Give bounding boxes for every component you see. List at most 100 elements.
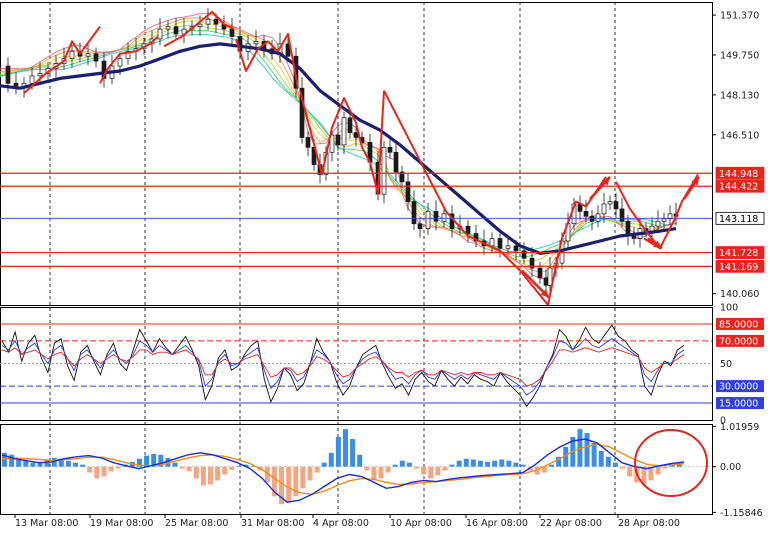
macd-histogram-bar	[30, 462, 36, 467]
macd-histogram-bar	[108, 466, 114, 472]
macd-histogram-bar	[378, 466, 384, 479]
candle-body	[631, 235, 637, 239]
candle-body	[93, 53, 99, 62]
macd-histogram-bar	[314, 466, 320, 473]
candle-body	[387, 146, 393, 153]
oscillator-level-tag-label: 85.0000	[719, 319, 758, 330]
candle-body	[69, 50, 75, 60]
candle-body	[173, 26, 179, 35]
macd-histogram-bar	[73, 462, 79, 467]
macd-histogram-bar	[442, 466, 448, 471]
candle-body	[205, 18, 211, 25]
macd-histogram-bar	[513, 462, 519, 467]
macd-histogram-bar	[371, 466, 377, 481]
macd-histogram-bar	[591, 442, 597, 467]
macd-histogram-bar	[385, 466, 391, 473]
macd-histogram-bar	[598, 450, 604, 467]
macd-histogram-bar	[627, 466, 633, 477]
time-axis-label: 10 Apr 08:00	[390, 518, 452, 529]
candle-body	[433, 211, 439, 222]
macd-histogram-bar	[364, 466, 370, 471]
macd-histogram-bar	[463, 458, 469, 467]
chart-background	[0, 0, 770, 535]
candle-body	[417, 223, 423, 229]
candle-body	[341, 117, 347, 146]
macd-histogram-bar	[328, 452, 334, 467]
macd-histogram-bar	[499, 459, 505, 467]
time-axis-label: 31 Mar 08:00	[241, 518, 304, 529]
macd-axis-label: -1.15846	[720, 508, 763, 519]
candle-body	[157, 28, 163, 40]
macd-histogram-bar	[307, 466, 313, 481]
macd-histogram-bar	[350, 439, 356, 467]
macd-histogram-bar	[200, 466, 206, 486]
macd-histogram-bar	[236, 465, 242, 467]
candle-body	[613, 201, 619, 210]
macd-histogram-bar	[620, 466, 626, 469]
time-axis-label: 4 Apr 08:00	[313, 518, 369, 529]
candle-body	[589, 215, 595, 222]
candle-body	[29, 75, 35, 84]
macd-histogram-bar	[477, 460, 483, 467]
macd-histogram-bar	[506, 460, 512, 467]
price-level-tag-label: 144.422	[719, 182, 758, 193]
oscillator-axis-label: 100	[720, 303, 738, 314]
macd-histogram-bar	[435, 466, 441, 476]
oscillator-level-tag-label: 70.0000	[719, 336, 758, 347]
macd-histogram-bar	[357, 454, 363, 467]
candle-body	[405, 181, 411, 202]
candle-body	[441, 213, 447, 222]
price-axis-label: 149.750	[720, 50, 759, 61]
macd-histogram-bar	[406, 462, 412, 467]
oscillator-level-tag-label: 30.0000	[719, 382, 758, 393]
candle-body	[425, 211, 431, 229]
macd-histogram-bar	[179, 466, 185, 469]
candle-body	[197, 23, 203, 27]
candle-body	[513, 245, 519, 252]
macd-histogram-bar	[300, 466, 306, 489]
macd-histogram-bar	[229, 466, 235, 470]
price-axis-label: 146.510	[720, 130, 759, 141]
candle-body	[213, 18, 219, 25]
time-axis-label: 28 Apr 08:00	[618, 518, 680, 529]
candle-body	[253, 41, 259, 45]
macd-histogram-bar	[449, 464, 455, 467]
candle-body	[543, 277, 549, 286]
macd-histogram-bar	[399, 460, 405, 467]
macd-histogram-bar	[23, 460, 29, 467]
candle-body	[601, 203, 607, 215]
candle-body	[353, 132, 359, 138]
macd-histogram-bar	[222, 466, 228, 475]
macd-histogram-bar	[343, 429, 348, 467]
time-axis-label: 25 Mar 08:00	[165, 518, 228, 529]
candle-body	[37, 73, 43, 77]
macd-histogram-bar	[80, 464, 86, 467]
candle-body	[229, 28, 235, 37]
oscillator-level-tag-label: 15.0000	[719, 399, 758, 410]
candle-body	[595, 213, 601, 222]
macd-histogram-bar	[549, 464, 554, 467]
macd-histogram-bar	[421, 466, 427, 475]
time-axis-label: 22 Apr 08:00	[540, 518, 602, 529]
macd-histogram-bar	[492, 460, 498, 467]
candle-body	[117, 58, 123, 67]
macd-histogram-bar	[655, 466, 661, 475]
price-axis-label: 151.370	[720, 11, 759, 22]
price-level-tag-label: 141.169	[719, 262, 758, 273]
candle-body	[583, 211, 589, 217]
macd-histogram-bar	[286, 466, 292, 503]
candle-body	[655, 220, 661, 227]
macd-histogram-bar	[605, 456, 611, 467]
macd-histogram-bar	[186, 466, 192, 472]
candle-body	[85, 53, 91, 57]
candle-body	[305, 137, 311, 148]
candle-body	[335, 134, 341, 146]
candle-body	[347, 117, 353, 133]
trading-chart[interactable]: 144.948 144.422 143.118 141.728 141.169 151.3…	[0, 0, 770, 535]
candle-body	[607, 201, 613, 205]
price-level-tag-label: 144.948	[719, 169, 758, 180]
macd-axis-label: 1.01959	[720, 422, 759, 433]
candle-body	[165, 26, 171, 30]
macd-histogram-bar	[65, 460, 71, 467]
candle-body	[537, 267, 543, 279]
